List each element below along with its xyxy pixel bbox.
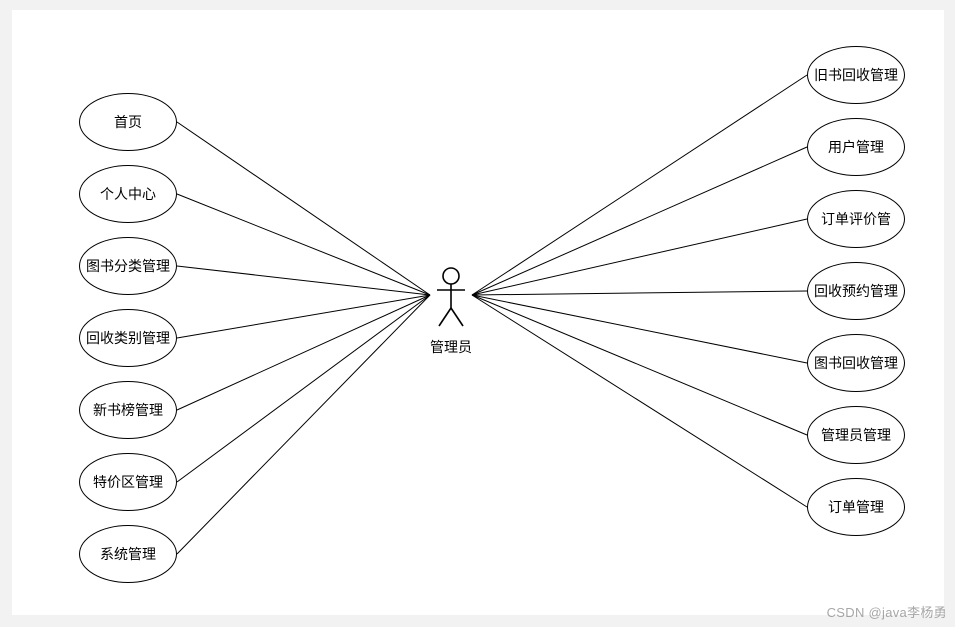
usecase-oldbook-recycle: 旧书回收管理: [807, 46, 905, 104]
usecase-system: 系统管理: [79, 525, 177, 583]
usecase-recycle-category: 回收类别管理: [79, 309, 177, 367]
usecase-book-category: 图书分类管理: [79, 237, 177, 295]
usecase-label: 新书榜管理: [93, 401, 163, 419]
usecase-label: 图书分类管理: [86, 257, 170, 275]
usecase-label: 订单评价管: [821, 210, 891, 228]
actor-admin: 管理员: [430, 266, 472, 357]
usecase-discount: 特价区管理: [79, 453, 177, 511]
usecase-label: 个人中心: [100, 185, 156, 203]
usecase-label: 用户管理: [828, 138, 884, 156]
usecase-label: 回收预约管理: [814, 282, 898, 300]
usecase-user-mgmt: 用户管理: [807, 118, 905, 176]
usecase-order-review: 订单评价管: [807, 190, 905, 248]
usecase-home: 首页: [79, 93, 177, 151]
usecase-order-mgmt: 订单管理: [807, 478, 905, 536]
watermark: CSDN @java李杨勇: [827, 602, 947, 621]
usecase-label: 回收类别管理: [86, 329, 170, 347]
usecase-recycle-booking: 回收预约管理: [807, 262, 905, 320]
usecase-label: 首页: [114, 113, 142, 131]
diagram-canvas: 首页 个人中心 图书分类管理 回收类别管理 新书榜管理 特价区管理 系统管理 旧…: [12, 10, 944, 615]
usecase-admin-mgmt: 管理员管理: [807, 406, 905, 464]
usecase-label: 订单管理: [828, 498, 884, 516]
usecase-label: 管理员管理: [821, 426, 891, 444]
usecase-profile: 个人中心: [79, 165, 177, 223]
usecase-label: 系统管理: [100, 545, 156, 563]
usecase-label: 特价区管理: [93, 473, 163, 491]
person-icon: [430, 266, 472, 328]
actor-label: 管理员: [430, 337, 472, 357]
usecase-label: 图书回收管理: [814, 354, 898, 372]
usecase-newbook: 新书榜管理: [79, 381, 177, 439]
usecase-label: 旧书回收管理: [814, 66, 898, 84]
usecase-book-recycle: 图书回收管理: [807, 334, 905, 392]
